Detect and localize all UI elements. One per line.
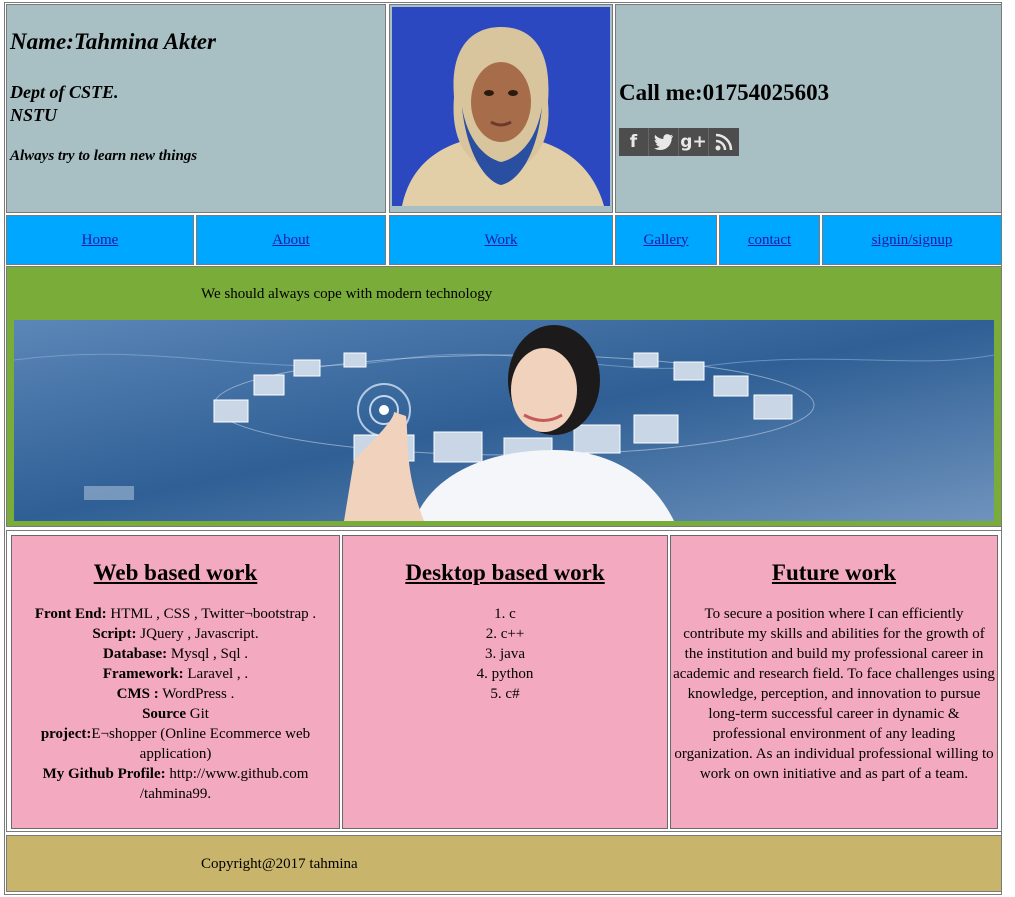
project-line: project:E¬shopper (Online Ecommerce web …	[14, 724, 337, 764]
framework-value: Laravel , .	[183, 666, 249, 682]
framework-label: Framework:	[102, 666, 184, 682]
github-label: My Github Profile:	[42, 766, 166, 782]
profile-photo-cell	[389, 4, 613, 213]
framework-line: Framework: Laravel , .	[14, 664, 337, 684]
nav-item-contact: contact	[719, 215, 820, 265]
rss-icon[interactable]	[709, 128, 739, 156]
list-item: 3. java	[485, 646, 525, 662]
profile-name: Name:Tahmina Akter	[10, 29, 216, 54]
university-line: NSTU	[10, 105, 58, 125]
script-line: Script: JQuery , Javascript.	[14, 624, 337, 644]
source-label: Source	[142, 706, 186, 722]
list-item: 4. python	[476, 666, 534, 682]
profile-department: Dept of CSTE. NSTU	[10, 81, 119, 127]
cms-label: CMS :	[116, 686, 159, 702]
source-line: Source Git	[14, 704, 337, 724]
banner-section: We should always cope with modern techno…	[6, 266, 1002, 527]
web-work-details: Front End: HTML , CSS , Twitter¬bootstra…	[12, 604, 339, 804]
frontend-line: Front End: HTML , CSS , Twitter¬bootstra…	[14, 604, 337, 624]
profile-info: Name:Tahmina Akter Dept of CSTE. NSTU Al…	[6, 4, 386, 213]
project-label: project:	[40, 726, 92, 742]
list-item: 2. c++	[485, 626, 525, 642]
project-value: E¬shopper (Online Ecommerce web applicat…	[91, 726, 311, 762]
banner-tagline: We should always cope with modern techno…	[201, 286, 493, 302]
frontend-label: Front End:	[34, 606, 107, 622]
profile-motto: Always try to learn new things	[10, 148, 198, 164]
script-label: Script:	[92, 626, 137, 642]
department-line: Dept of CSTE.	[10, 82, 119, 102]
list-item: 5. c#	[490, 686, 520, 702]
contact-info: Call me:01754025603 f g+	[615, 4, 1002, 213]
footer: Copyright@2017 tahmina	[6, 835, 1002, 892]
nav-item-signin: signin/signup	[822, 215, 1002, 265]
source-value: Git	[185, 706, 209, 722]
cms-line: CMS : WordPress .	[14, 684, 337, 704]
facebook-icon[interactable]: f	[619, 128, 649, 156]
script-value: JQuery , Javascript.	[136, 626, 259, 642]
nav-link-contact[interactable]: contact	[748, 232, 791, 249]
social-links: f g+	[619, 128, 739, 156]
nav-item-home: Home	[6, 215, 194, 265]
github-value: http://www.github.com /tahmina99.	[139, 766, 309, 802]
copyright-text: Copyright@2017 tahmina	[201, 856, 358, 872]
nav-link-gallery[interactable]: Gallery	[644, 232, 689, 249]
twitter-icon[interactable]	[649, 128, 679, 156]
banner-image	[14, 320, 994, 521]
database-value: Mysql , Sql .	[167, 646, 249, 662]
desktop-work-list: 1. c 2. c++ 3. java 4. python 5. c#	[343, 604, 667, 704]
desktop-work-panel: Desktop based work 1. c 2. c++ 3. java 4…	[342, 535, 668, 829]
nav-link-work[interactable]: Work	[485, 232, 518, 249]
frontend-value: HTML , CSS , Twitter¬bootstrap .	[106, 606, 317, 622]
nav-item-about: About	[196, 215, 386, 265]
nav-link-signin-signup[interactable]: signin/signup	[872, 232, 953, 249]
web-work-panel: Web based work Front End: HTML , CSS , T…	[11, 535, 340, 829]
nav-link-about[interactable]: About	[272, 232, 310, 249]
list-item: 1. c	[494, 606, 516, 622]
nav-link-home[interactable]: Home	[82, 232, 119, 249]
future-work-panel: Future work To secure a position where I…	[670, 535, 998, 829]
future-work-text: To secure a position where I can efficie…	[673, 606, 995, 782]
profile-photo	[392, 7, 610, 206]
database-label: Database:	[102, 646, 168, 662]
cms-value: WordPress .	[158, 686, 235, 702]
future-work-title: Future work	[771, 560, 897, 585]
phone-number: Call me:01754025603	[619, 80, 830, 105]
github-line: My Github Profile: http://www.github.com…	[14, 764, 337, 804]
web-work-title: Web based work	[93, 560, 258, 585]
database-line: Database: Mysql , Sql .	[14, 644, 337, 664]
nav-item-gallery: Gallery	[615, 215, 717, 265]
nav-item-work: Work	[389, 215, 613, 265]
google-plus-icon[interactable]: g+	[679, 128, 709, 156]
desktop-work-title: Desktop based work	[405, 560, 605, 585]
